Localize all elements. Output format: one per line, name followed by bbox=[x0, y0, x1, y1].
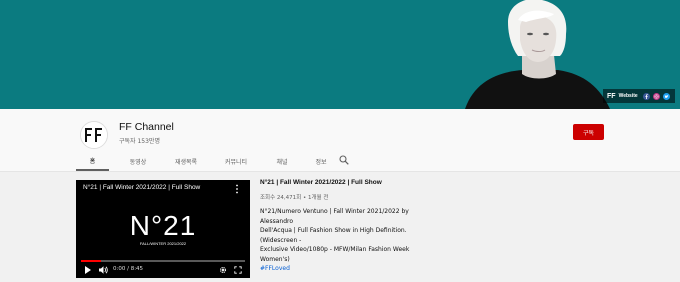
brand-mark: FF bbox=[607, 92, 616, 100]
video-progress-bar[interactable] bbox=[81, 260, 245, 262]
video-overlay-number: N°21 bbox=[129, 210, 197, 241]
play-icon[interactable] bbox=[84, 265, 92, 275]
video-title[interactable]: N°21 | Fall Winter 2021/2022 | Full Show bbox=[260, 179, 382, 186]
video-time: 0:00 / 8:45 bbox=[113, 266, 144, 272]
tab-videos[interactable]: 동영상 bbox=[115, 152, 161, 171]
featured-video-player[interactable]: N°21 | Fall Winter 2021/2022 | Full Show… bbox=[76, 180, 250, 278]
subscribe-button[interactable]: 구독 bbox=[573, 124, 604, 140]
video-overlay-season: FALL/WINTER 2021/2022 bbox=[139, 241, 187, 246]
channel-tabs: 홈 동영상 재생목록 커뮤니티 채널 정보 bbox=[76, 152, 339, 171]
tab-channels[interactable]: 채널 bbox=[263, 152, 301, 171]
hashtag-link[interactable]: #FFLoved bbox=[260, 264, 440, 274]
volume-icon[interactable] bbox=[98, 265, 108, 275]
video-player-title[interactable]: N°21 | Fall Winter 2021/2022 | Full Show bbox=[83, 184, 200, 191]
banner-links[interactable]: FF Website bbox=[603, 89, 675, 103]
tab-about[interactable]: 정보 bbox=[303, 152, 339, 171]
description-line: Exclusive Video/1080p - MFW/Milan Fashio… bbox=[260, 246, 410, 263]
description-line: N°21/Numero Ventuno | Fall Winter 2021/2… bbox=[260, 208, 409, 225]
channel-avatar[interactable] bbox=[80, 121, 108, 149]
more-vert-icon[interactable] bbox=[235, 184, 239, 194]
description-line: Dell'Acqua | Full Fashion Show in High D… bbox=[260, 227, 407, 244]
subscriber-count: 구독자 153만명 bbox=[119, 138, 160, 145]
facebook-icon[interactable] bbox=[642, 92, 650, 100]
twitter-icon[interactable] bbox=[662, 92, 670, 100]
tab-playlists[interactable]: 재생목록 bbox=[163, 152, 209, 171]
video-progress-fill bbox=[81, 260, 101, 262]
instagram-icon[interactable] bbox=[652, 92, 660, 100]
search-icon[interactable] bbox=[339, 155, 349, 165]
settings-gear-icon[interactable] bbox=[219, 265, 227, 275]
website-link[interactable]: Website bbox=[619, 93, 638, 99]
ff-logo-icon bbox=[81, 122, 107, 148]
video-meta: 조회수 24,471회 • 1개월 전 bbox=[260, 195, 329, 201]
tab-community[interactable]: 커뮤니티 bbox=[211, 152, 261, 171]
tab-home[interactable]: 홈 bbox=[76, 152, 109, 171]
channel-banner: FF Website bbox=[0, 0, 680, 109]
channel-name: FF Channel bbox=[119, 121, 174, 133]
fullscreen-icon[interactable] bbox=[234, 265, 242, 275]
banner-model-image bbox=[460, 0, 610, 109]
video-description: N°21/Numero Ventuno | Fall Winter 2021/2… bbox=[260, 207, 440, 274]
